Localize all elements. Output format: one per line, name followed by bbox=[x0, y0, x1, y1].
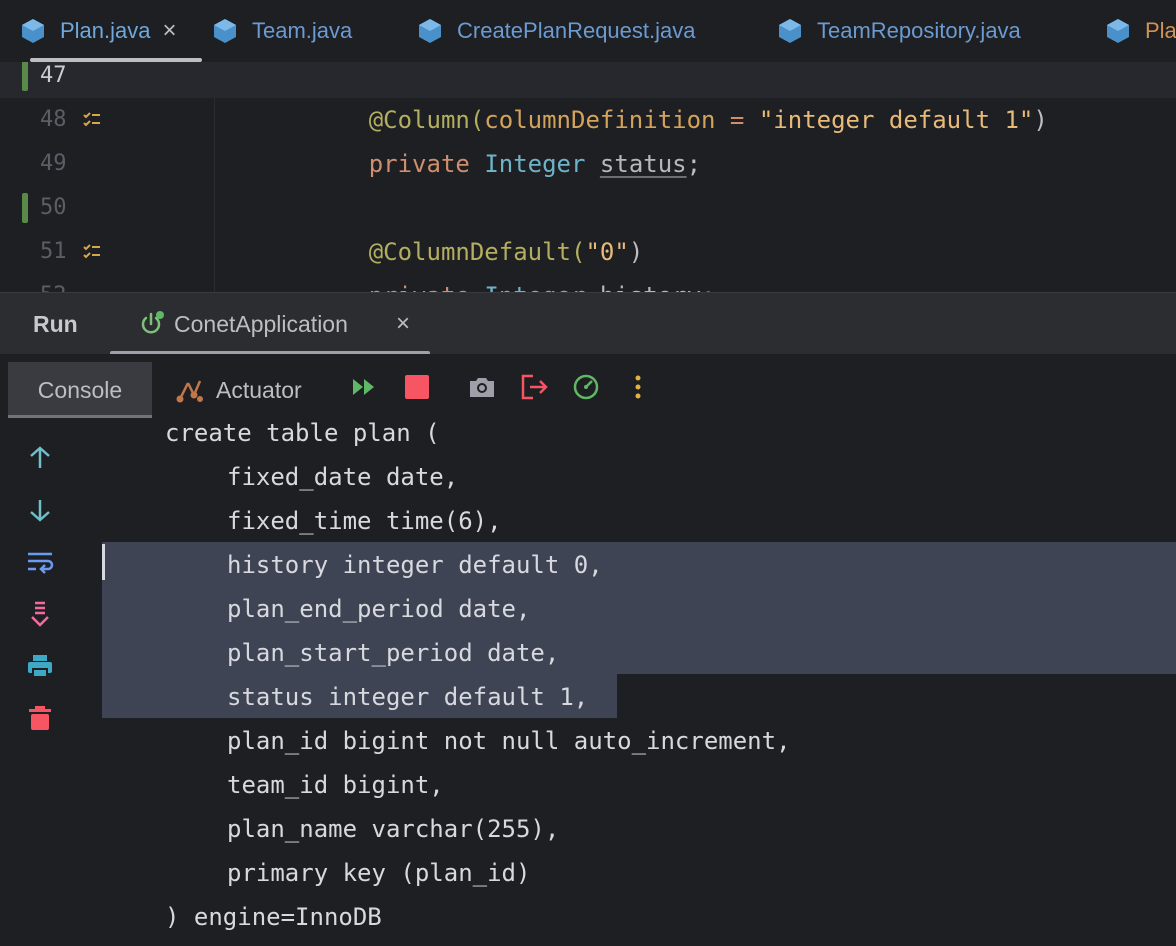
tab-label: TeamRepository.java bbox=[817, 18, 1021, 43]
vcs-change-marker bbox=[22, 193, 28, 223]
tab-label: CreatePlanRequest.java bbox=[457, 18, 696, 43]
console-line: plan_name varchar(255), bbox=[227, 815, 560, 843]
tab-label: Pla bbox=[1145, 18, 1176, 43]
run-config-label: ConetApplication bbox=[174, 310, 348, 337]
tab-create-plan-request-java[interactable]: CreatePlanRequest.java bbox=[417, 0, 695, 62]
more-icon[interactable] bbox=[623, 372, 653, 402]
code-line-51[interactable]: 51 private Integer history; bbox=[0, 230, 1176, 292]
tab-plan-java[interactable]: Plan.java × bbox=[20, 0, 202, 62]
tab-plan-partial[interactable]: Pla bbox=[1105, 0, 1176, 62]
actuator-icon bbox=[176, 380, 203, 403]
console-line: history integer default 0, bbox=[227, 551, 603, 579]
close-tab-icon[interactable]: × bbox=[396, 310, 410, 338]
console-line: fixed_time time(6), bbox=[227, 507, 502, 535]
field-usage-icon[interactable] bbox=[82, 242, 102, 262]
tab-console[interactable]: Console bbox=[8, 362, 152, 418]
code-line-47[interactable]: 47 @Column(columnDefinition = "integer d… bbox=[0, 62, 1176, 134]
java-class-icon bbox=[214, 19, 236, 43]
tab-actuator[interactable]: Actuator bbox=[174, 362, 302, 418]
console-line: primary key (plan_id) bbox=[227, 859, 531, 887]
run-tool-window-header: Run ConetApplication × bbox=[0, 292, 1176, 355]
console-toolbar: Console Actuator bbox=[0, 354, 1176, 418]
exit-icon[interactable] bbox=[519, 372, 549, 402]
tab-actuator-label: Actuator bbox=[216, 376, 302, 403]
field-usage-icon[interactable] bbox=[82, 110, 102, 130]
console-output[interactable]: create table plan ( fixed_date date, fix… bbox=[0, 418, 1176, 946]
java-class-icon bbox=[419, 19, 441, 43]
java-class-icon bbox=[22, 19, 44, 43]
vcs-change-marker bbox=[22, 62, 28, 91]
line-number: 47 bbox=[40, 63, 67, 88]
close-tab-icon[interactable]: × bbox=[163, 17, 177, 45]
line-number: 49 bbox=[40, 151, 67, 176]
code-line-52[interactable]: 52 bbox=[0, 274, 1176, 292]
power-icon bbox=[141, 311, 164, 334]
line-number: 51 bbox=[40, 239, 67, 264]
run-panel-title: Run bbox=[33, 311, 78, 337]
console-line: ) engine=InnoDB bbox=[165, 903, 382, 931]
run-config-tab[interactable]: ConetApplication × bbox=[110, 293, 430, 355]
console-line: plan_start_period date, bbox=[227, 639, 560, 667]
scroll-down-icon[interactable] bbox=[26, 496, 54, 524]
console-line: plan_id bigint not null auto_increment, bbox=[227, 727, 791, 755]
tab-label: Team.java bbox=[252, 18, 353, 43]
clear-icon[interactable] bbox=[26, 704, 54, 732]
scroll-up-icon[interactable] bbox=[26, 444, 54, 472]
stop-icon[interactable] bbox=[402, 372, 432, 402]
gauge-icon[interactable] bbox=[571, 372, 601, 402]
tab-console-label: Console bbox=[37, 376, 123, 403]
editor-tab-bar: Plan.java × Team.java CreatePlanRequest.… bbox=[0, 0, 1176, 62]
line-number: 50 bbox=[40, 195, 67, 220]
tab-team-java[interactable]: Team.java bbox=[212, 0, 352, 62]
tab-team-repository-java[interactable]: TeamRepository.java bbox=[777, 0, 1021, 62]
code-line-48[interactable]: 48 private Integer status; bbox=[0, 98, 1176, 178]
java-interface-icon bbox=[779, 19, 801, 43]
resume-icon[interactable] bbox=[350, 372, 380, 402]
java-class-icon bbox=[1107, 19, 1129, 43]
console-line: fixed_date date, bbox=[227, 463, 459, 491]
camera-icon[interactable] bbox=[467, 372, 497, 402]
code-line-49[interactable]: 49 bbox=[0, 142, 1176, 186]
console-line: plan_end_period date, bbox=[227, 595, 531, 623]
code-editor[interactable]: 47 @Column(columnDefinition = "integer d… bbox=[0, 62, 1176, 292]
soft-wrap-icon[interactable] bbox=[26, 548, 54, 576]
line-number: 48 bbox=[40, 107, 67, 132]
print-icon[interactable] bbox=[26, 652, 54, 680]
scroll-to-end-icon[interactable] bbox=[26, 600, 54, 628]
line-number: 52 bbox=[40, 274, 67, 292]
code-line-50[interactable]: 50 @ColumnDefault("0") bbox=[0, 186, 1176, 266]
tab-label: Plan.java bbox=[60, 18, 151, 43]
console-line: create table plan ( bbox=[165, 419, 440, 447]
text-caret bbox=[102, 544, 105, 580]
console-line: team_id bigint, bbox=[227, 771, 444, 799]
console-line: status integer default 1, bbox=[227, 683, 589, 711]
